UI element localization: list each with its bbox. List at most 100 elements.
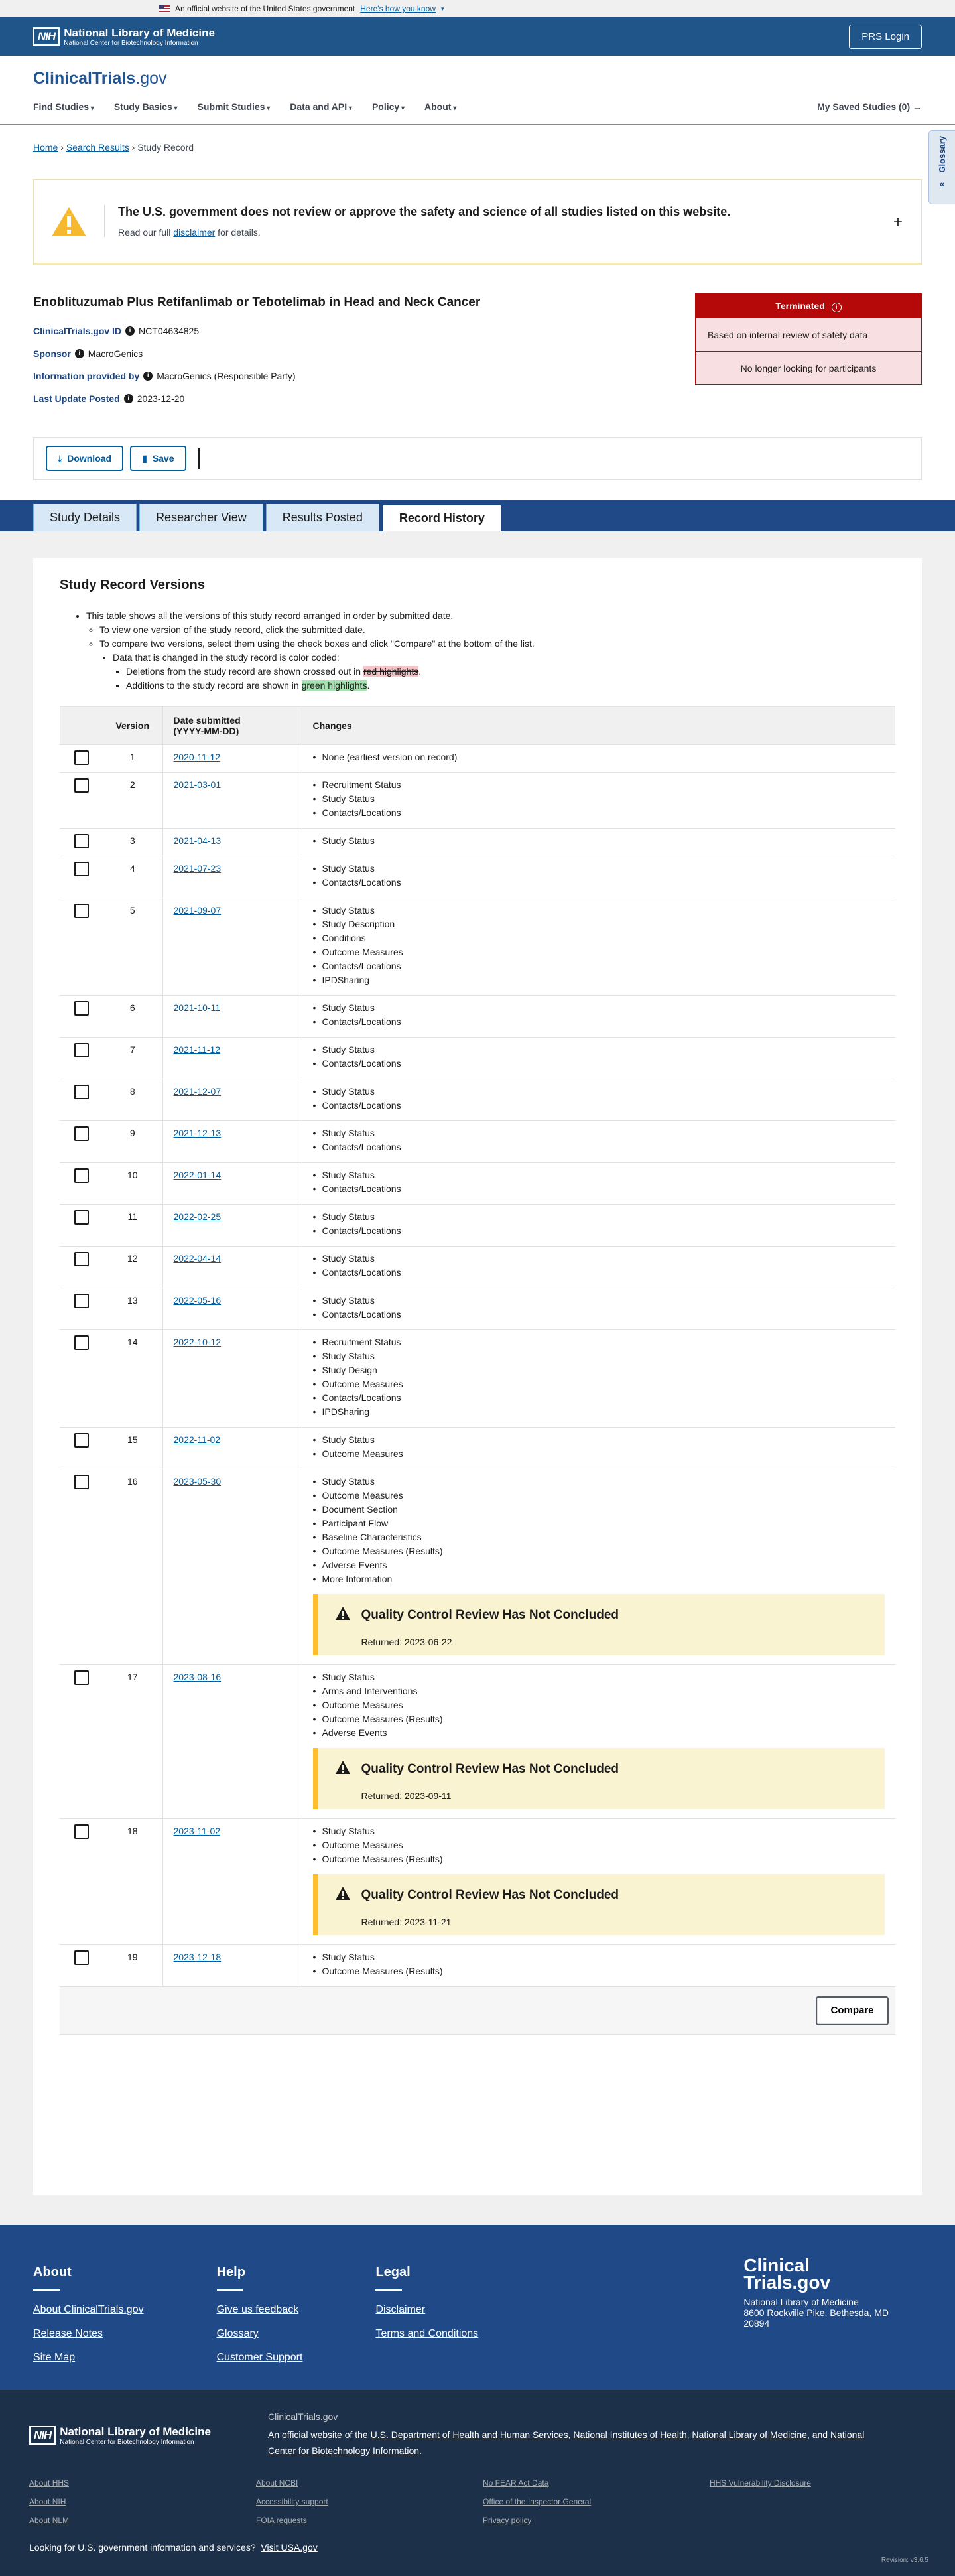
version-date-link[interactable]: 2021-03-01 [174, 780, 222, 790]
nav-submit-studies[interactable]: Submit Studies [198, 102, 271, 112]
row-checkbox[interactable] [74, 1950, 89, 1965]
footer-bottom-link[interactable]: About NIH [29, 2497, 256, 2506]
version-date-link[interactable]: 2023-12-18 [174, 1952, 222, 1962]
expand-plus-icon[interactable]: + [893, 213, 903, 232]
date-cell: 2022-05-16 [162, 1288, 302, 1330]
info-icon[interactable]: i [74, 349, 84, 358]
footer-link[interactable]: Site Map [33, 2352, 144, 2364]
version-date-link[interactable]: 2022-02-25 [174, 1211, 222, 1222]
download-button[interactable]: ⤓ Download [46, 446, 124, 471]
info-icon[interactable]: i [123, 394, 133, 403]
footer-bottom-link[interactable]: HHS Vulnerability Disclosure [710, 2478, 909, 2488]
row-checkbox[interactable] [74, 1475, 89, 1489]
row-checkbox[interactable] [74, 1126, 89, 1141]
compare-button[interactable]: Compare [816, 1996, 889, 2025]
footer-link[interactable]: Disclaimer [375, 2304, 478, 2316]
info-icon[interactable]: i [125, 326, 135, 336]
row-checkbox[interactable] [74, 1433, 89, 1448]
changes-cell: Recruitment StatusStudy StatusStudy Desi… [302, 1329, 895, 1428]
heres-how-link[interactable]: Here's how you know [360, 4, 436, 13]
breadcrumb-search-results[interactable]: Search Results [66, 142, 129, 153]
footer-bottom-link[interactable]: Office of the Inspector General [483, 2497, 710, 2506]
change-item: Outcome Measures [313, 1446, 885, 1462]
breadcrumb-home[interactable]: Home [33, 142, 58, 153]
row-checkbox[interactable] [74, 1043, 89, 1057]
row-checkbox[interactable] [74, 778, 89, 793]
version-date-link[interactable]: 2022-10-12 [174, 1337, 222, 1347]
footer-bottom-link[interactable]: Accessibility support [256, 2497, 483, 2506]
save-button[interactable]: ▮ Save [130, 446, 186, 471]
footer-bottom-link[interactable]: FOIA requests [256, 2516, 483, 2525]
row-checkbox[interactable] [74, 750, 89, 765]
nih-link[interactable]: National Institutes of Health [573, 2429, 686, 2440]
row-checkbox[interactable] [74, 1168, 89, 1183]
row-checkbox[interactable] [74, 1001, 89, 1016]
tab-results-posted[interactable]: Results Posted [265, 504, 379, 531]
version-date-link[interactable]: 2023-05-30 [174, 1476, 222, 1487]
footer-link[interactable]: About ClinicalTrials.gov [33, 2304, 144, 2316]
version-date-link[interactable]: 2021-09-07 [174, 905, 222, 915]
row-checkbox[interactable] [74, 1252, 89, 1266]
hhs-link[interactable]: U.S. Department of Health and Human Serv… [371, 2429, 568, 2440]
nlm-link[interactable]: National Library of Medicine [692, 2429, 807, 2440]
row-checkbox[interactable] [74, 904, 89, 918]
nav-about[interactable]: About [424, 102, 456, 112]
tab-record-history[interactable]: Record History [381, 504, 502, 531]
version-date-link[interactable]: 2020-11-12 [174, 752, 221, 762]
version-date-link[interactable]: 2022-04-14 [174, 1253, 222, 1264]
footer-bottom-link[interactable]: No FEAR Act Data [483, 2478, 710, 2488]
nlm-logo[interactable]: NIH National Library of Medicine Nationa… [33, 27, 215, 47]
footer-bottom-link[interactable]: About NLM [29, 2516, 256, 2525]
version-date-link[interactable]: 2022-11-02 [174, 1434, 221, 1445]
row-select-cell [60, 1079, 103, 1121]
date-cell: 2022-10-12 [162, 1329, 302, 1428]
footer-bottom-link[interactable]: About HHS [29, 2478, 256, 2488]
qc-alert: Quality Control Review Has Not Concluded… [312, 1594, 885, 1655]
usa-gov-link[interactable]: Visit USA.gov [261, 2542, 317, 2553]
version-date-link[interactable]: 2023-11-02 [174, 1826, 221, 1836]
info-icon[interactable]: i [143, 372, 153, 381]
nav-data-api[interactable]: Data and API [290, 102, 352, 112]
row-checkbox[interactable] [74, 1294, 89, 1308]
tab-study-details[interactable]: Study Details [33, 504, 137, 531]
version-date-link[interactable]: 2021-07-23 [174, 863, 222, 874]
footer-bottom-link[interactable]: Privacy policy [483, 2516, 710, 2525]
row-checkbox[interactable] [74, 1335, 89, 1350]
footer-link[interactable]: Release Notes [33, 2328, 144, 2340]
version-date-link[interactable]: 2021-11-12 [174, 1044, 221, 1055]
info-circle-icon[interactable]: i [831, 303, 842, 312]
changes-cell: Study StatusOutcome Measures (Results) [302, 1944, 895, 1987]
row-checkbox[interactable] [74, 1210, 89, 1225]
tab-researcher-view[interactable]: Researcher View [139, 504, 263, 531]
row-checkbox[interactable] [74, 834, 89, 848]
footer-logo[interactable]: Clinical Trials.gov National Library of … [743, 2256, 889, 2329]
row-checkbox[interactable] [74, 1670, 89, 1685]
footer-bottom-link[interactable]: About NCBI [256, 2478, 483, 2488]
disclaimer-link[interactable]: disclaimer [173, 227, 215, 237]
version-date-link[interactable]: 2021-12-07 [174, 1086, 222, 1097]
version-date-link[interactable]: 2023-08-16 [174, 1672, 222, 1682]
nav-policy[interactable]: Policy [372, 102, 405, 112]
nav-study-basics[interactable]: Study Basics [114, 102, 178, 112]
version-date-link[interactable]: 2021-12-13 [174, 1128, 222, 1138]
version-date-link[interactable]: 2022-05-16 [174, 1295, 222, 1306]
footer-nlm-logo[interactable]: NIH National Library of Medicine National… [29, 2412, 248, 2459]
site-logo[interactable]: ClinicalTrials.gov [33, 69, 922, 88]
footer-link[interactable]: Give us feedback [217, 2304, 303, 2316]
my-saved-studies-link[interactable]: My Saved Studies (0) → [817, 102, 922, 112]
nav-find-studies[interactable]: Find Studies [33, 102, 94, 112]
prs-login-button[interactable]: PRS Login [849, 24, 922, 49]
row-checkbox[interactable] [74, 862, 89, 876]
row-checkbox[interactable] [74, 1085, 89, 1099]
row-checkbox[interactable] [74, 1824, 89, 1839]
row-select-cell [60, 1664, 103, 1819]
version-date-link[interactable]: 2022-01-14 [174, 1170, 222, 1180]
row-select-cell [60, 1427, 103, 1469]
version-cell: 3 [103, 828, 162, 856]
glossary-tab[interactable]: Glossary « [928, 130, 955, 204]
footer-link[interactable]: Terms and Conditions [375, 2328, 478, 2340]
version-date-link[interactable]: 2021-10-11 [174, 1002, 221, 1013]
footer-link[interactable]: Glossary [217, 2328, 303, 2340]
version-date-link[interactable]: 2021-04-13 [174, 835, 222, 846]
footer-link[interactable]: Customer Support [217, 2352, 303, 2364]
